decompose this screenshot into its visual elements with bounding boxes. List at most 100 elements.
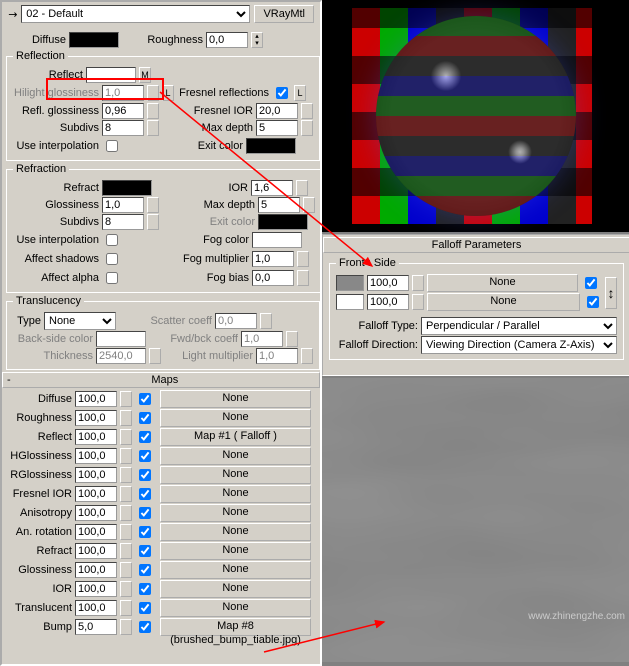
spinner-icon[interactable]: [301, 103, 313, 119]
map-enable-checkbox[interactable]: [139, 450, 151, 462]
front-swatch[interactable]: [336, 275, 364, 291]
spinner-icon[interactable]: [120, 410, 132, 426]
spinner-icon[interactable]: [147, 103, 159, 119]
spinner-icon[interactable]: [296, 180, 308, 196]
spinner-icon[interactable]: [120, 543, 132, 559]
map-amount-input[interactable]: [75, 600, 117, 616]
front-enable-checkbox[interactable]: [585, 277, 597, 289]
map-amount-input[interactable]: [75, 581, 117, 597]
falloff-dir-select[interactable]: Viewing Direction (Camera Z-Axis): [421, 336, 617, 354]
map-slot-button[interactable]: None: [160, 485, 311, 503]
spinner-icon[interactable]: [412, 275, 424, 291]
spinner-icon[interactable]: [120, 486, 132, 502]
side-map-slot[interactable]: None: [427, 293, 580, 311]
map-enable-checkbox[interactable]: [139, 412, 151, 424]
map-amount-input[interactable]: [75, 524, 117, 540]
affect-alpha-checkbox[interactable]: [106, 272, 118, 284]
spinner-icon[interactable]: ▴▾: [251, 32, 263, 48]
spinner-icon[interactable]: [297, 251, 309, 267]
spinner-icon[interactable]: [120, 524, 132, 540]
spinner-icon[interactable]: [147, 197, 159, 213]
ior-input[interactable]: [251, 180, 293, 196]
falloff-header[interactable]: Falloff Parameters: [323, 237, 629, 253]
fresnel-ior-input[interactable]: [256, 103, 298, 119]
map-enable-checkbox[interactable]: [139, 564, 151, 576]
spinner-icon[interactable]: [120, 429, 132, 445]
spinner-icon[interactable]: [120, 562, 132, 578]
spinner-icon[interactable]: [120, 391, 132, 407]
roughness-input[interactable]: [206, 32, 248, 48]
swap-button[interactable]: ↕: [605, 277, 617, 309]
map-slot-button[interactable]: None: [160, 390, 311, 408]
map-enable-checkbox[interactable]: [139, 621, 151, 633]
map-slot-button[interactable]: None: [160, 504, 311, 522]
map-amount-input[interactable]: [75, 562, 117, 578]
fog-color-swatch[interactable]: [252, 232, 302, 248]
map-slot-button[interactable]: None: [160, 466, 311, 484]
maps-rollout-header[interactable]: -Maps: [2, 372, 320, 388]
refr-maxdepth-input[interactable]: [258, 197, 300, 213]
refract-swatch[interactable]: [102, 180, 152, 196]
map-slot-button[interactable]: None: [160, 561, 311, 579]
spinner-icon[interactable]: [303, 197, 315, 213]
map-amount-input[interactable]: [75, 429, 117, 445]
refl-exit-swatch[interactable]: [246, 138, 296, 154]
spinner-icon[interactable]: [120, 448, 132, 464]
map-enable-checkbox[interactable]: [139, 545, 151, 557]
map-slot-button[interactable]: Map #1 ( Falloff ): [160, 428, 311, 446]
refl-subdivs-input[interactable]: [102, 120, 144, 136]
refr-gloss-input[interactable]: [102, 197, 144, 213]
map-slot-button[interactable]: Map #8 (brushed_bump_tiable.jpg): [160, 618, 311, 636]
front-map-slot[interactable]: None: [427, 274, 578, 292]
spinner-icon[interactable]: [120, 619, 132, 635]
spinner-icon[interactable]: [120, 505, 132, 521]
map-slot-button[interactable]: None: [160, 580, 311, 598]
front-value[interactable]: [367, 275, 409, 291]
fog-mult-input[interactable]: [252, 251, 294, 267]
lock-button[interactable]: L: [162, 85, 174, 101]
refr-subdivs-input[interactable]: [102, 214, 144, 230]
map-amount-input[interactable]: [75, 486, 117, 502]
spinner-icon[interactable]: [301, 348, 313, 364]
material-type-button[interactable]: VRayMtl: [254, 5, 314, 23]
spinner-icon[interactable]: [412, 294, 424, 310]
map-amount-input[interactable]: [75, 619, 117, 635]
map-enable-checkbox[interactable]: [139, 583, 151, 595]
map-amount-input[interactable]: [75, 410, 117, 426]
spinner-icon[interactable]: [301, 120, 313, 136]
spinner-icon[interactable]: [120, 600, 132, 616]
spinner-icon[interactable]: [297, 270, 309, 286]
falloff-type-select[interactable]: Perpendicular / Parallel: [421, 317, 617, 335]
reflect-swatch[interactable]: [86, 67, 136, 83]
side-value[interactable]: [367, 294, 409, 310]
backside-swatch[interactable]: [96, 331, 146, 347]
map-enable-checkbox[interactable]: [139, 526, 151, 538]
spinner-icon[interactable]: [147, 85, 159, 101]
spinner-icon[interactable]: [120, 467, 132, 483]
map-amount-input[interactable]: [75, 448, 117, 464]
map-slot-button[interactable]: None: [160, 542, 311, 560]
map-amount-input[interactable]: [75, 467, 117, 483]
dropper-icon[interactable]: ↘: [5, 6, 21, 22]
map-slot-button[interactable]: None: [160, 599, 311, 617]
map-slot-button[interactable]: None: [160, 523, 311, 541]
reflect-map-button[interactable]: M: [139, 67, 151, 83]
map-slot-button[interactable]: None: [160, 409, 311, 427]
fog-bias-input[interactable]: [252, 270, 294, 286]
affect-shadows-checkbox[interactable]: [106, 253, 118, 265]
fresnel-checkbox[interactable]: [276, 87, 288, 99]
refl-maxdepth-input[interactable]: [256, 120, 298, 136]
map-amount-input[interactable]: [75, 391, 117, 407]
trans-type-select[interactable]: None: [44, 312, 116, 330]
side-swatch[interactable]: [336, 294, 364, 310]
map-amount-input[interactable]: [75, 543, 117, 559]
refl-gloss-input[interactable]: [102, 103, 144, 119]
spinner-icon[interactable]: [147, 120, 159, 136]
diffuse-swatch[interactable]: [69, 32, 119, 48]
map-enable-checkbox[interactable]: [139, 431, 151, 443]
spinner-icon[interactable]: [260, 313, 272, 329]
spinner-icon[interactable]: [120, 581, 132, 597]
map-slot-button[interactable]: None: [160, 447, 311, 465]
material-dropdown[interactable]: 02 - Default: [21, 5, 250, 23]
spinner-icon[interactable]: [149, 348, 161, 364]
